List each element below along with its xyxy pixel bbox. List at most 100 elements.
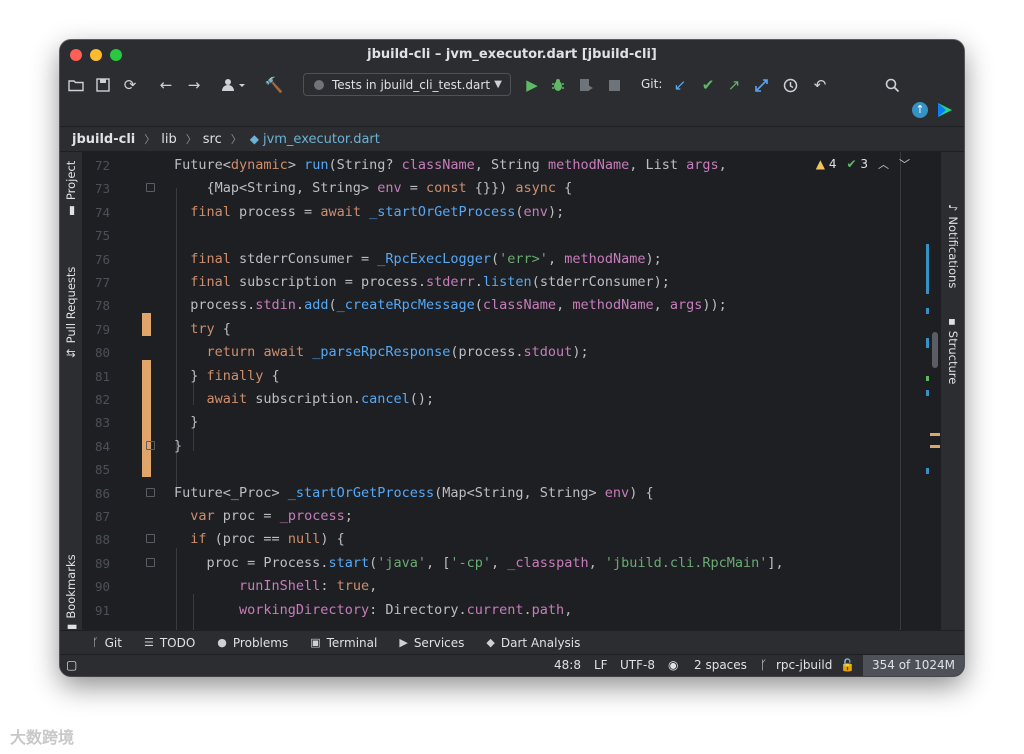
dart-analysis-tool-tab[interactable]: ◆ Dart Analysis (486, 636, 580, 650)
fold-toggle-icon[interactable] (146, 487, 155, 497)
back-arrow-icon[interactable]: ← (156, 74, 176, 96)
code-line[interactable]: 88 if (proc == null) { (82, 528, 842, 551)
code-line[interactable]: 76 final stderrConsumer = _RpcExecLogger… (82, 248, 842, 271)
code-line[interactable]: 75 (82, 224, 842, 247)
code-line[interactable]: 74 final process = await _startOrGetProc… (82, 201, 842, 224)
code-line[interactable]: 90 runInShell: true, (82, 575, 842, 598)
line-number[interactable]: 82 (82, 388, 110, 411)
fold-toggle-icon[interactable] (146, 534, 155, 544)
services-tool-tab[interactable]: ▶ Services (399, 636, 464, 650)
line-number[interactable]: 74 (82, 201, 110, 224)
fold-toggle-icon[interactable] (146, 183, 155, 193)
git-update-icon[interactable]: ↙ (670, 74, 690, 96)
line-number[interactable]: 77 (82, 271, 110, 294)
coverage-icon[interactable] (576, 74, 596, 96)
open-folder-icon[interactable] (66, 74, 86, 96)
file-encoding[interactable]: UTF-8 (620, 658, 655, 672)
code-line[interactable]: 89 proc = Process.start('java', ['-cp', … (82, 552, 842, 575)
terminal-tool-tab[interactable]: ▣ Terminal (310, 636, 377, 650)
eye-icon[interactable]: ◉ (668, 658, 678, 672)
line-number[interactable]: 73 (82, 177, 110, 200)
code-text: workingDirectory: Directory.current.path… (239, 601, 573, 618)
breadcrumb-file[interactable]: jvm_executor.dart (263, 132, 380, 147)
bookmarks-tab-label: Bookmarks (64, 554, 78, 619)
line-number[interactable]: 72 (82, 154, 110, 177)
lock-icon[interactable]: 🔓 (840, 658, 855, 672)
code-line[interactable]: 86 Future<_Proc> _startOrGetProcess(Map<S… (82, 482, 842, 505)
code-line[interactable]: 77 final subscription = process.stderr.l… (82, 271, 842, 294)
vertical-scrollbar[interactable] (932, 332, 938, 368)
code-text: await subscription.cancel(); (206, 391, 435, 407)
git-rollback-icon[interactable]: ↶ (810, 74, 830, 96)
line-separator[interactable]: LF (594, 658, 608, 672)
code-line[interactable]: 72 Future<dynamic> run(String? className,… (82, 154, 842, 177)
problems-tool-label: Problems (232, 635, 289, 650)
git-compare-icon[interactable] (752, 74, 772, 96)
line-number[interactable]: 78 (82, 294, 110, 317)
notifications-tab[interactable]: ♪ Notifications (946, 204, 960, 288)
stop-icon[interactable] (604, 74, 624, 96)
line-number[interactable]: 89 (82, 552, 110, 575)
line-number[interactable]: 75 (82, 224, 110, 247)
code-line[interactable]: 91 workingDirectory: Directory.current.p… (82, 599, 842, 622)
code-line[interactable]: 85 (82, 458, 842, 481)
line-number[interactable]: 81 (82, 365, 110, 388)
dart-analysis-icon: ◆ (486, 636, 495, 649)
code-line[interactable]: 84} (82, 435, 842, 458)
line-number[interactable]: 86 (82, 482, 110, 505)
line-number[interactable]: 85 (82, 458, 110, 481)
line-number[interactable]: 87 (82, 505, 110, 528)
user-dropdown-icon[interactable] (220, 74, 250, 96)
fold-toggle-icon[interactable] (146, 557, 155, 567)
indent-setting[interactable]: 2 spaces (694, 658, 747, 672)
sync-icon[interactable]: ⟳ (120, 74, 140, 96)
git-tool-tab[interactable]: ᚴ Git (92, 636, 122, 650)
fold-toggle-icon[interactable] (146, 440, 155, 450)
line-number[interactable]: 84 (82, 435, 110, 458)
code-line[interactable]: 79 try { (82, 318, 842, 341)
code-line[interactable]: 78 process.stdin.add(_createRpcMessage(c… (82, 294, 842, 317)
next-highlight-icon[interactable]: ﹀ (899, 156, 910, 172)
code-line[interactable]: 80 return await _parseRpcResponse(proces… (82, 341, 842, 364)
search-icon[interactable] (882, 74, 902, 96)
code-line[interactable]: 87 var proc = _process; (82, 505, 842, 528)
git-branch[interactable]: rpc-jbuild (776, 658, 832, 672)
problems-tool-tab[interactable]: ● Problems (217, 636, 288, 650)
layout-toggle-icon[interactable]: ▢ (66, 658, 77, 672)
line-number[interactable]: 79 (82, 318, 110, 341)
code-line[interactable]: 81 } finally { (82, 365, 842, 388)
jetbrains-toolbox-icon[interactable] (936, 101, 954, 119)
code-line[interactable]: 82 await subscription.cancel(); (82, 388, 842, 411)
project-tab[interactable]: ▬ Project (64, 161, 78, 216)
build-hammer-icon[interactable]: 🔨 (264, 74, 284, 96)
breadcrumb-project[interactable]: jbuild-cli (72, 132, 135, 147)
code-line[interactable]: 73 {Map<String, String> env = const {}})… (82, 177, 842, 200)
code-editor[interactable]: ▲ 4 ✔ 3 ︿ ﹀ 72 Future<dynamic> run(String… (82, 152, 940, 630)
run-configuration-selector[interactable]: Tests in jbuild_cli_test.dart ▼ (303, 73, 511, 96)
code-text: process.stdin.add(_createRpcMessage(clas… (174, 297, 727, 314)
run-icon[interactable]: ▶ (522, 74, 542, 96)
update-available-icon[interactable]: ↑ (912, 102, 928, 118)
line-number[interactable]: 80 (82, 341, 110, 364)
bookmarks-tab[interactable]: ▮Bookmarks (64, 554, 78, 630)
line-number[interactable]: 91 (82, 599, 110, 622)
line-number[interactable]: 88 (82, 528, 110, 551)
caret-position[interactable]: 48:8 (554, 658, 581, 672)
git-push-icon[interactable]: ↗ (724, 74, 744, 96)
git-commit-icon[interactable]: ✔ (698, 74, 718, 96)
save-icon[interactable] (93, 74, 113, 96)
forward-arrow-icon[interactable]: → (184, 74, 204, 96)
todo-tool-tab[interactable]: ☰ TODO (144, 636, 195, 650)
debug-bug-icon[interactable] (548, 74, 568, 96)
code-line[interactable]: 83 } (82, 411, 842, 434)
pull-requests-tab[interactable]: ⇵ Pull Requests (64, 267, 78, 358)
git-history-clock-icon[interactable] (780, 74, 800, 96)
breadcrumb-src[interactable]: src (203, 132, 222, 147)
line-number[interactable]: 76 (82, 248, 110, 271)
memory-indicator[interactable]: 354 of 1024M (863, 655, 964, 676)
structure-tab[interactable]: ▪ Structure (946, 318, 960, 384)
line-number[interactable]: 83 (82, 411, 110, 434)
previous-highlight-icon[interactable]: ︿ (878, 156, 889, 172)
breadcrumb-lib[interactable]: lib (161, 132, 176, 147)
line-number[interactable]: 90 (82, 575, 110, 598)
